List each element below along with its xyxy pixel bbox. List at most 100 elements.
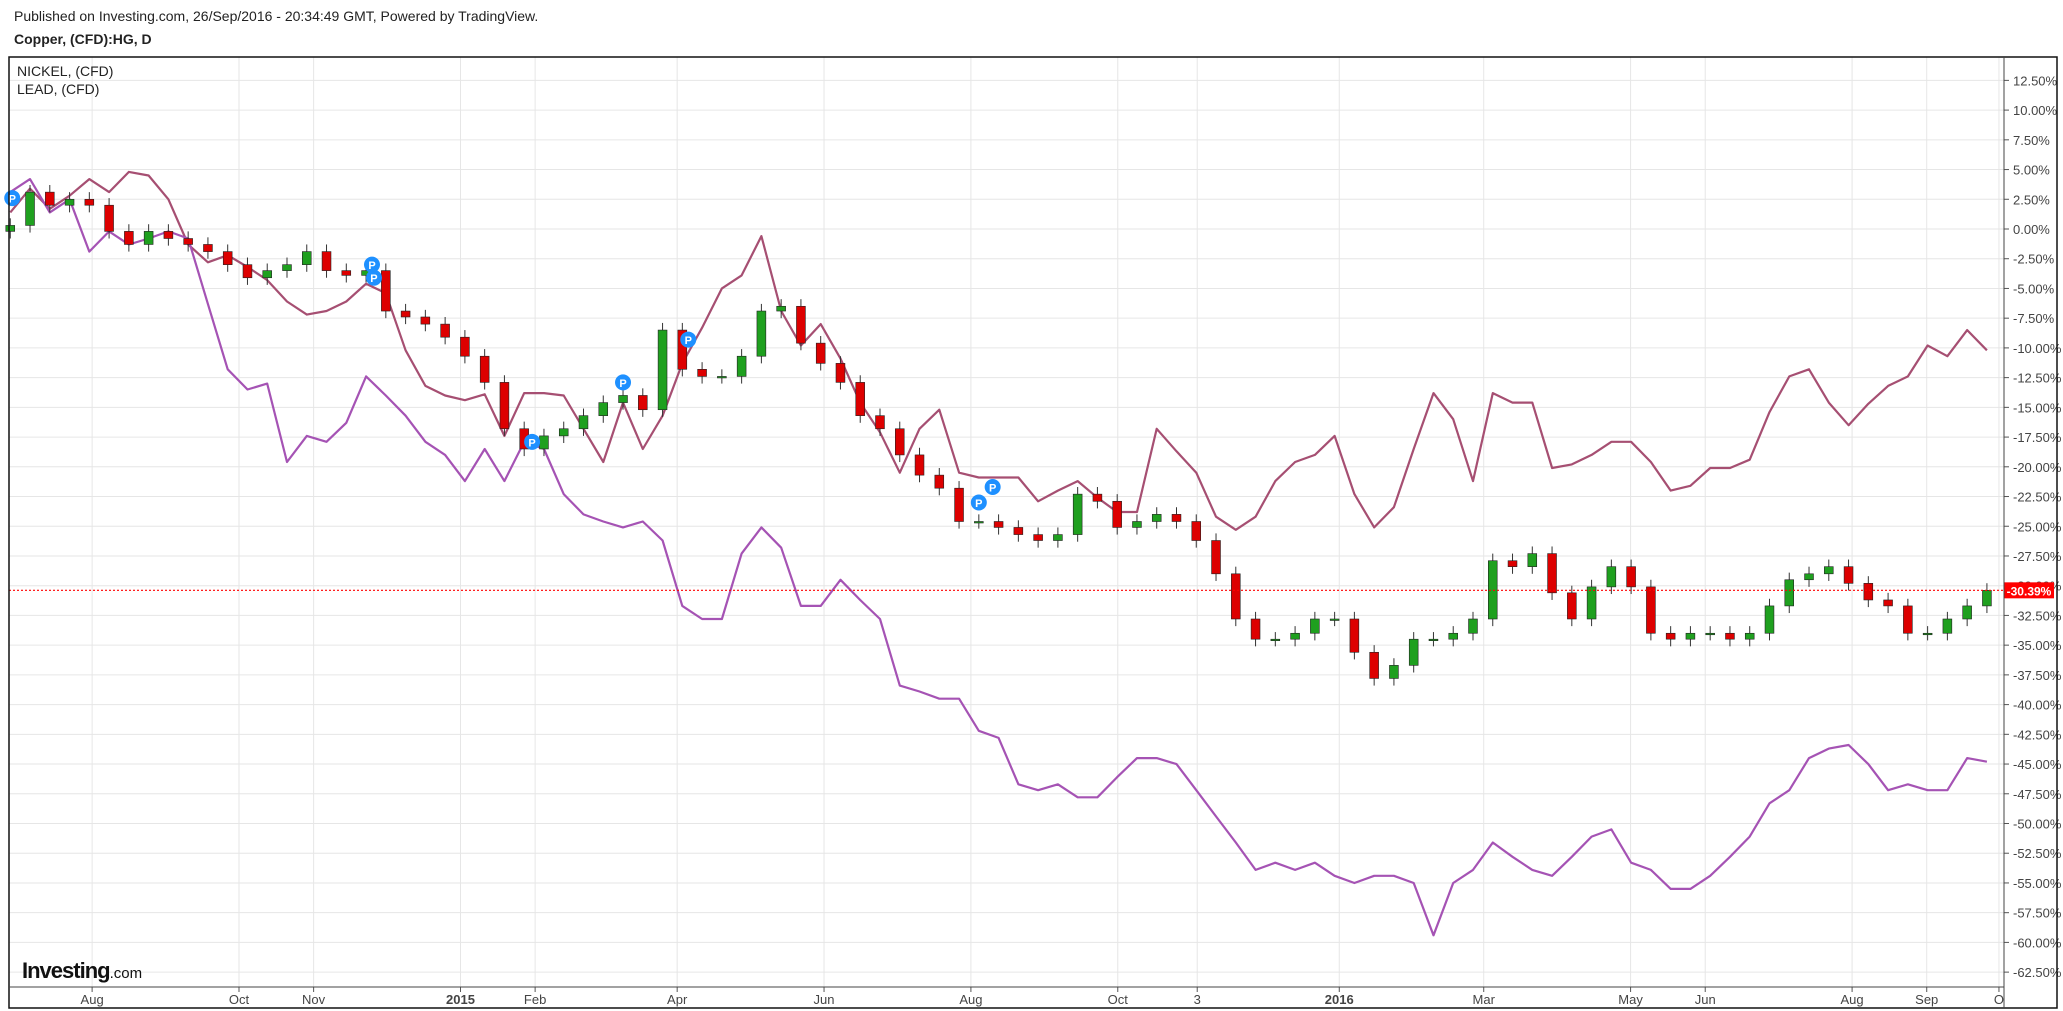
candle-down <box>1547 553 1557 594</box>
candle-up <box>1784 579 1795 607</box>
x-tick-label: Aug <box>81 992 104 1007</box>
y-tick-label: -40.00% <box>2013 698 2062 713</box>
candle-down <box>1626 566 1636 588</box>
event-marker-label: P <box>989 483 996 495</box>
candle-down <box>341 270 352 276</box>
candle-down <box>1191 521 1202 541</box>
last-price-label: -30.39% <box>2007 584 2052 598</box>
y-tick-label: -2.50% <box>2013 252 2055 267</box>
y-tick-label: -35.00% <box>2013 638 2062 653</box>
candle-down <box>183 238 193 245</box>
candle-up <box>1804 573 1814 581</box>
candle-up <box>1942 618 1953 634</box>
candle-down <box>321 251 332 271</box>
candle-down <box>1349 618 1360 653</box>
candle-down <box>638 395 648 411</box>
candle-up <box>558 428 569 437</box>
candle-up <box>717 376 727 379</box>
candle-up <box>1329 618 1340 621</box>
candle-up <box>1922 632 1933 636</box>
candle-down <box>1725 632 1735 640</box>
candle-up <box>1389 665 1399 679</box>
candle-up <box>64 198 75 206</box>
y-tick-label: -27.50% <box>2013 549 2062 564</box>
candle-up <box>1824 566 1834 575</box>
candle-down <box>1112 500 1122 528</box>
y-tick-label: -57.50% <box>2013 906 2062 921</box>
candle-up <box>1468 618 1478 634</box>
candle-up <box>657 329 668 411</box>
candle-down <box>222 251 233 265</box>
y-tick-label: 10.00% <box>2013 103 2058 118</box>
series-lines <box>9 170 1988 937</box>
legend-nickel[interactable]: NICKEL, (CFD) <box>17 63 113 79</box>
candle-up <box>618 395 628 403</box>
y-tick-label: -22.50% <box>2013 490 2062 505</box>
nickel-line <box>9 170 1988 531</box>
candle-down <box>934 474 945 489</box>
candle-up <box>1151 514 1162 522</box>
y-tick-label: 0.00% <box>2013 222 2050 237</box>
candle-down <box>104 204 114 232</box>
candle-up <box>1408 638 1419 666</box>
candle-up <box>756 310 767 357</box>
event-marker-label: P <box>685 335 692 347</box>
y-tick-label: -12.50% <box>2013 371 2062 386</box>
candle-up <box>5 225 16 232</box>
x-tick-label: Aug <box>959 992 982 1007</box>
y-tick-label: -10.00% <box>2013 341 2062 356</box>
y-tick-label: -42.50% <box>2013 727 2062 742</box>
candle-down <box>1665 632 1676 640</box>
x-tick-label: Oct <box>1108 992 1129 1007</box>
legend-lead[interactable]: LEAD, (CFD) <box>17 81 99 97</box>
candle-down <box>242 264 253 279</box>
candle-up <box>1764 605 1775 634</box>
x-tick-label: O <box>1994 992 2004 1007</box>
candle-down <box>124 231 134 245</box>
x-tick-label: Aug <box>1841 992 1864 1007</box>
candle-down <box>1507 560 1518 567</box>
lead-line <box>9 178 1988 937</box>
x-tick-label: May <box>1618 992 1643 1007</box>
candle-down <box>479 355 490 383</box>
candle-down <box>460 336 470 357</box>
grid-lines <box>9 57 2004 987</box>
candle-up <box>1685 632 1696 640</box>
candle-up <box>974 521 984 524</box>
y-tick-label: -5.00% <box>2013 281 2055 296</box>
y-tick-label: -52.50% <box>2013 846 2062 861</box>
candle-up <box>1962 605 1972 620</box>
candle-down <box>1883 599 1893 607</box>
y-tick-label: -17.50% <box>2013 430 2062 445</box>
candle-up <box>1053 534 1063 541</box>
x-tick-label: 3 <box>1194 992 1201 1007</box>
x-tick-label: Sep <box>1915 992 1938 1007</box>
event-marker-label: P <box>619 378 626 390</box>
y-tick-label: -55.00% <box>2013 876 2062 891</box>
y-tick-label: -32.50% <box>2013 608 2062 623</box>
candle-down <box>1211 540 1221 575</box>
candle-down <box>400 310 411 318</box>
candle-down <box>914 454 925 476</box>
price-chart[interactable]: PPPPPPPP 12.50% 10.00% 7.50% 5.00% 2.50% 0.00… <box>0 0 2063 1011</box>
y-tick-label: 12.50% <box>2013 73 2058 88</box>
candle-down <box>381 270 391 312</box>
candle-down <box>895 428 905 456</box>
candle-up <box>1606 566 1617 588</box>
y-tick-label: -25.00% <box>2013 519 2062 534</box>
x-tick-label: Apr <box>667 992 688 1007</box>
logo-suffix: .com <box>109 965 143 982</box>
candle-up <box>776 305 786 312</box>
candle-down <box>697 369 707 377</box>
candle-up <box>1072 493 1083 535</box>
candle-up <box>1705 632 1715 636</box>
candle-down <box>1646 586 1656 634</box>
y-tick-label: -50.00% <box>2013 817 2062 832</box>
candle-up <box>1448 632 1458 640</box>
y-tick-label: -20.00% <box>2013 460 2062 475</box>
candle-up <box>1527 553 1538 567</box>
candle-down <box>203 244 213 252</box>
candle-down <box>1013 527 1024 535</box>
candle-down <box>835 363 846 383</box>
investing-logo[interactable]: Investing.com <box>22 958 142 984</box>
